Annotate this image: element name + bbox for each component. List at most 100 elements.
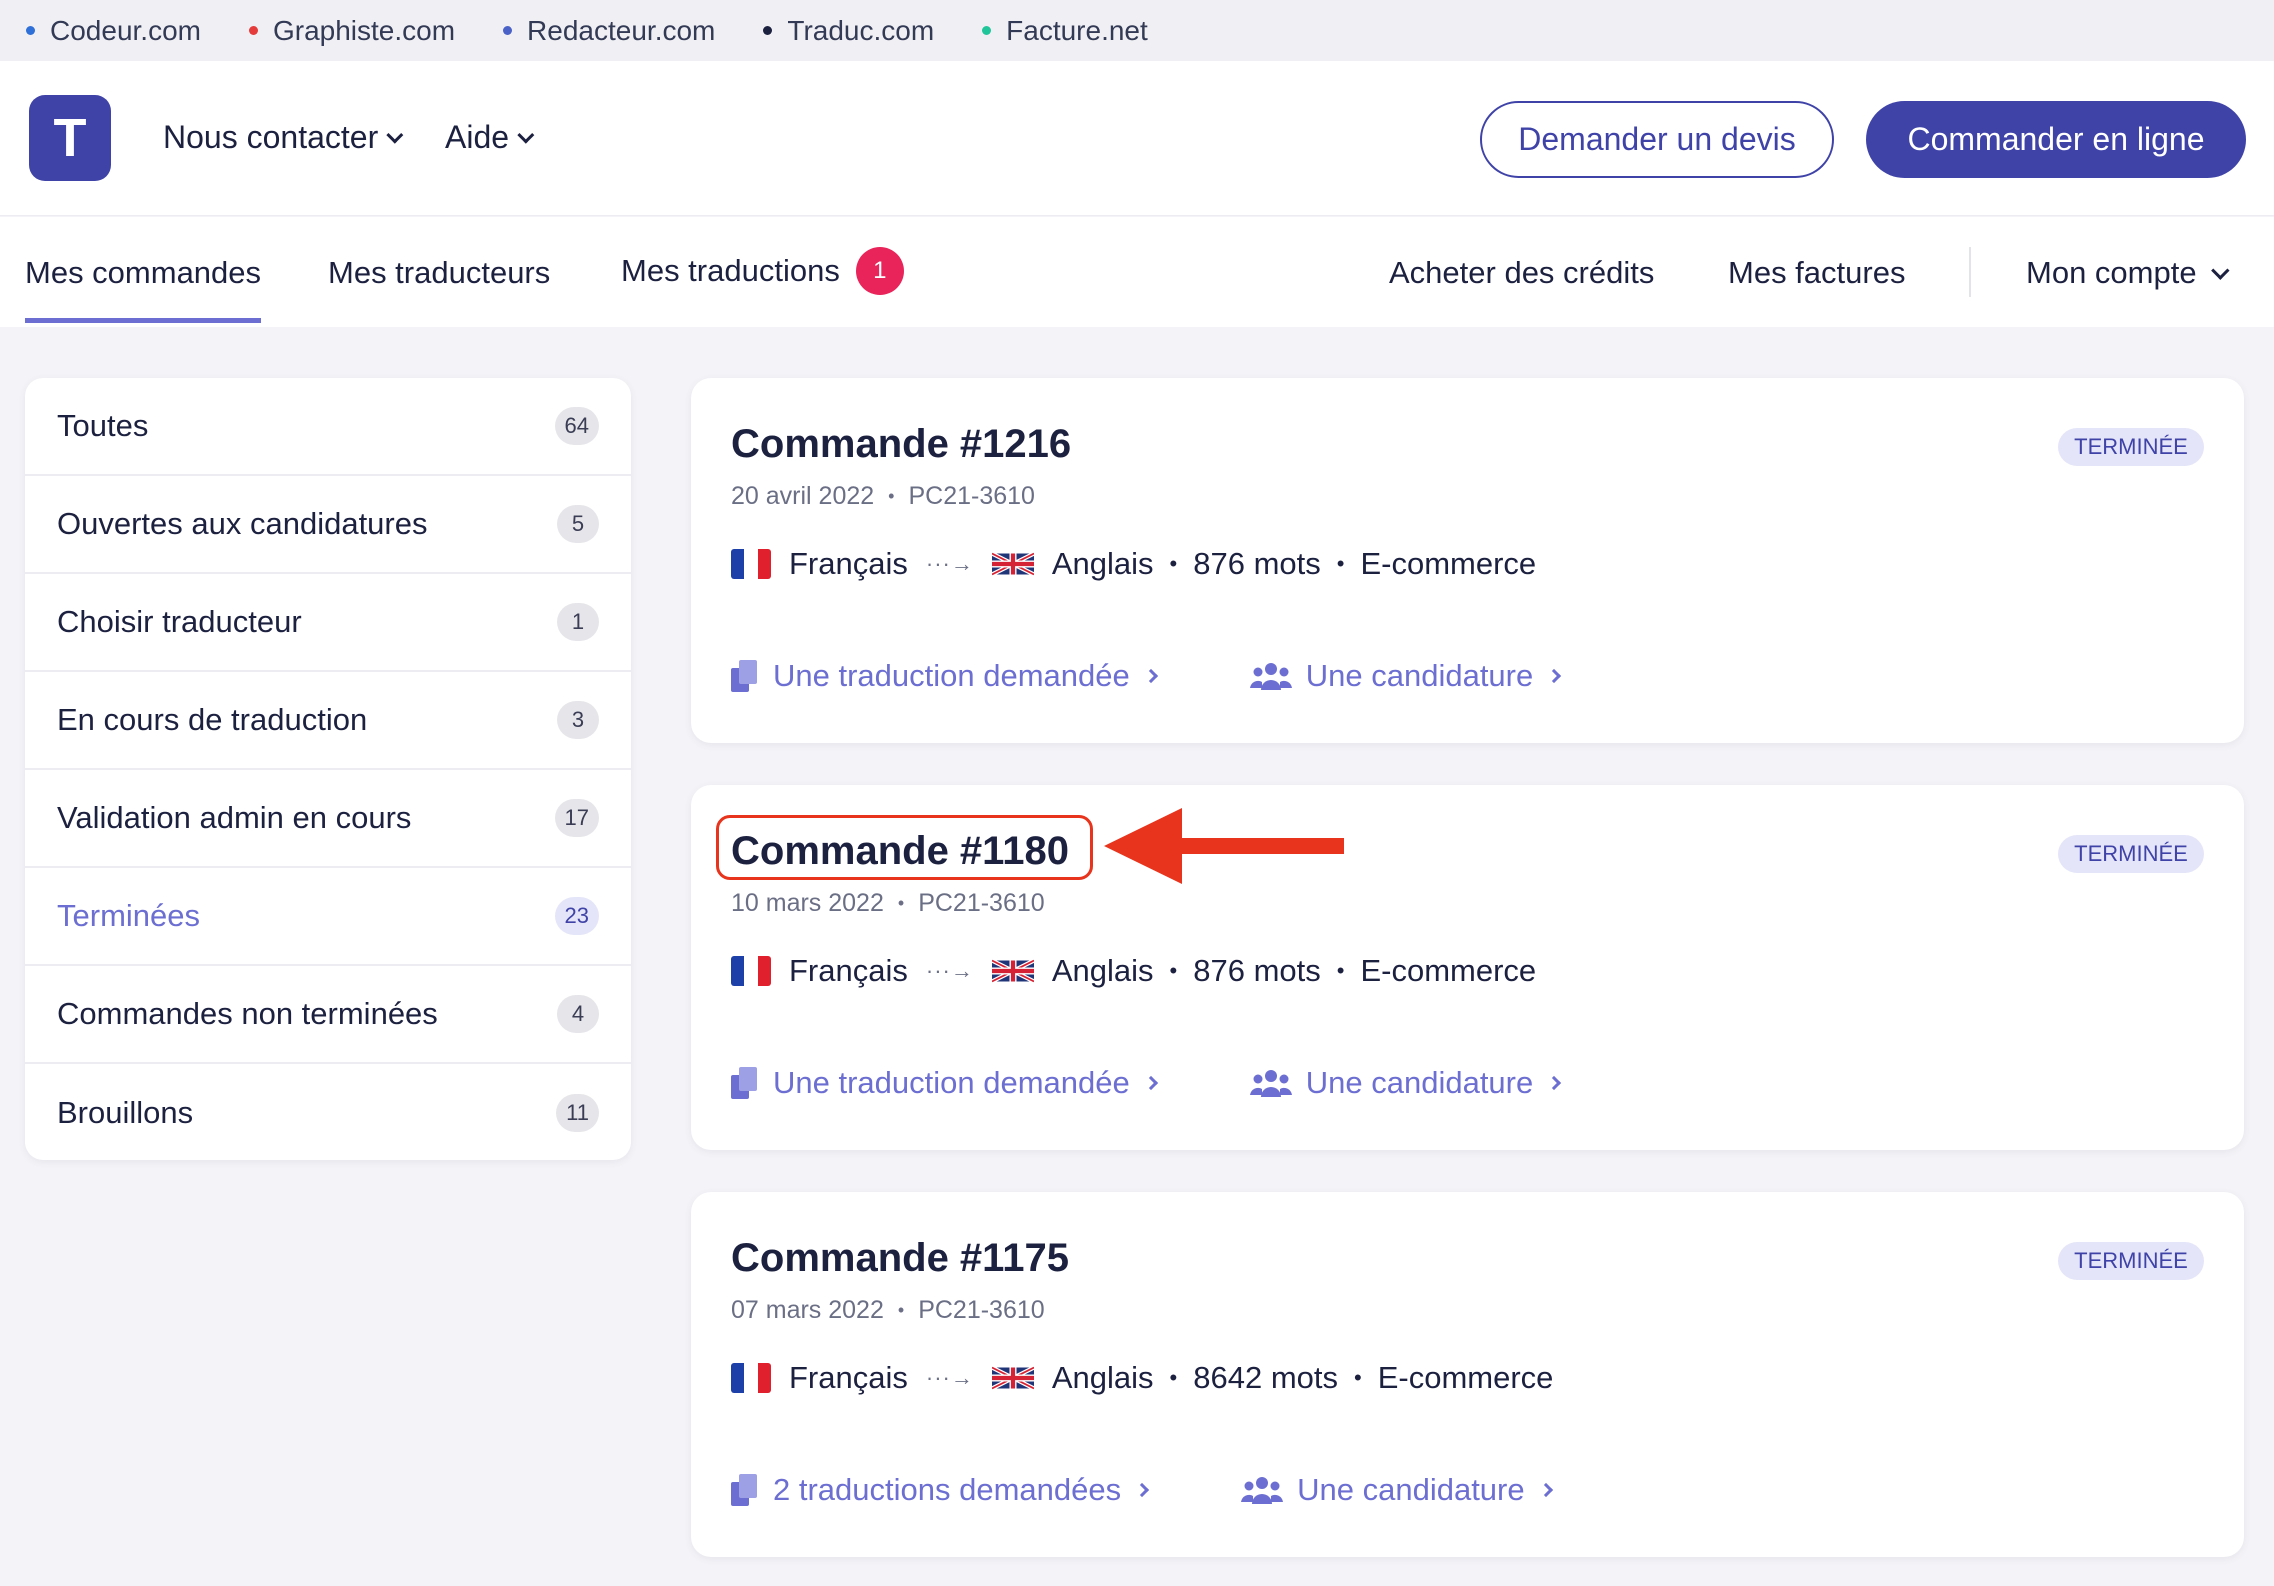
chevron-right-icon	[1547, 668, 1562, 684]
traduc-logo[interactable]: T	[29, 95, 111, 181]
status-badge: TERMINÉE	[2058, 1242, 2204, 1280]
order-links: Une traduction demandée Une candidature	[731, 658, 1562, 694]
chevron-right-icon	[1143, 1075, 1158, 1091]
filter-choisir-traducteur[interactable]: Choisir traducteur 1	[25, 574, 631, 672]
network-link-label: Traduc.com	[787, 14, 935, 46]
word-count: 8642 mots	[1193, 1360, 1339, 1395]
order-date: 20 avril 2022	[731, 482, 875, 510]
dotted-arrow-icon: ···→	[925, 1365, 974, 1390]
order-card[interactable]: Commande #1175 07 mars 2022 • PC21-3610 TE…	[691, 1192, 2244, 1557]
chevron-down-icon	[386, 126, 404, 144]
france-flag-icon	[731, 549, 771, 579]
applications-link[interactable]: Une candidature	[1249, 1065, 1562, 1101]
order-date: 07 mars 2022	[731, 1296, 884, 1324]
filter-ouvertes[interactable]: Ouvertes aux candidatures 5	[25, 476, 631, 574]
order-online-label: Commander en ligne	[1907, 121, 2205, 157]
network-link-label: Redacteur.com	[527, 14, 716, 46]
site-header: T Nous contacter Aide Demander un devis …	[0, 61, 2274, 216]
chevron-down-icon	[2210, 260, 2230, 280]
contact-menu-label: Nous contacter	[163, 119, 379, 155]
tab-mes-factures[interactable]: Mes factures	[1728, 255, 1905, 291]
filter-toutes[interactable]: Toutes 64	[25, 378, 631, 476]
meta-separator: •	[1169, 958, 1178, 983]
logo-letter: T	[53, 108, 87, 168]
meta-separator: •	[1169, 551, 1178, 576]
meta-separator: •	[1336, 551, 1345, 576]
order-category: E-commerce	[1377, 1360, 1554, 1395]
filter-terminees[interactable]: Terminées 23	[25, 868, 631, 966]
network-link-traduc[interactable]: Traduc.com	[763, 15, 934, 47]
chevron-right-icon	[1143, 668, 1158, 684]
filter-validation-admin[interactable]: Validation admin en cours 17	[25, 770, 631, 868]
translations-link[interactable]: 2 traductions demandées	[731, 1472, 1150, 1508]
annotation-highlight-box	[716, 815, 1093, 880]
orders-filter-sidebar: Toutes 64 Ouvertes aux candidatures 5 Choi…	[25, 378, 631, 1160]
order-card[interactable]: Commande #1216 20 avril 2022 • PC21-3610 T…	[691, 378, 2244, 743]
tab-mon-compte[interactable]: Mon compte	[2026, 255, 2230, 291]
filter-count: 3	[557, 701, 599, 739]
order-meta: 10 mars 2022 • PC21-3610	[731, 889, 1045, 918]
users-icon	[1249, 1070, 1292, 1097]
applications-link[interactable]: Une candidature	[1241, 1472, 1553, 1508]
filter-non-terminees[interactable]: Commandes non terminées 4	[25, 966, 631, 1064]
order-title[interactable]: Commande #1216	[731, 422, 1071, 467]
uk-flag-icon	[991, 551, 1034, 577]
order-ref: PC21-3610	[908, 482, 1035, 510]
translations-link-label: 2 traductions demandées	[773, 1472, 1122, 1507]
filter-count: 1	[557, 603, 599, 641]
contact-menu[interactable]: Nous contacter	[163, 119, 404, 156]
filter-count: 11	[556, 1094, 599, 1132]
filter-brouillons[interactable]: Brouillons 11	[25, 1064, 631, 1160]
chevron-right-icon	[1135, 1482, 1150, 1498]
meta-separator: •	[1169, 1365, 1178, 1390]
filter-count: 17	[554, 799, 599, 837]
order-meta: 20 avril 2022 • PC21-3610	[731, 482, 1035, 511]
translations-link-label: Une traduction demandée	[773, 1065, 1130, 1100]
help-menu[interactable]: Aide	[445, 119, 535, 156]
meta-separator: •	[888, 486, 895, 506]
order-online-button[interactable]: Commander en ligne	[1866, 101, 2246, 178]
order-title[interactable]: Commande #1175	[731, 1236, 1069, 1281]
tab-mes-commandes[interactable]: Mes commandes	[25, 255, 262, 323]
tab-label: Acheter des crédits	[1389, 255, 1655, 290]
applications-link[interactable]: Une candidature	[1249, 658, 1562, 694]
filter-label: Choisir traducteur	[57, 604, 302, 639]
filter-count: 5	[557, 505, 599, 543]
translations-link[interactable]: Une traduction demandée	[731, 1065, 1158, 1101]
order-links: Une traduction demandée Une candidature	[731, 1065, 1562, 1101]
dotted-arrow-icon: ···→	[925, 551, 974, 576]
network-link-label: Codeur.com	[50, 14, 201, 46]
annotation-arrow-icon	[1104, 808, 1344, 884]
tab-acheter-credits[interactable]: Acheter des crédits	[1389, 255, 1654, 291]
translations-link[interactable]: Une traduction demandée	[731, 658, 1158, 694]
source-language: Français	[789, 953, 908, 988]
network-bar: Codeur.com Graphiste.com Redacteur.com T…	[0, 0, 2274, 61]
meta-separator: •	[897, 893, 905, 913]
documents-icon	[731, 660, 757, 692]
filter-en-cours[interactable]: En cours de traduction 3	[25, 672, 631, 770]
notification-badge: 1	[855, 247, 904, 295]
request-quote-button[interactable]: Demander un devis	[1480, 101, 1834, 178]
word-count: 876 mots	[1193, 546, 1321, 581]
tab-label: Mon compte	[2026, 255, 2197, 290]
filter-label: Terminées	[57, 898, 200, 933]
tab-label: Mes traductions	[621, 253, 840, 288]
network-link-facture[interactable]: Facture.net	[982, 15, 1148, 47]
applications-link-label: Une candidature	[1305, 1065, 1534, 1100]
order-ref: PC21-3610	[918, 889, 1045, 917]
tab-mes-traductions[interactable]: Mes traductions 1	[621, 247, 904, 295]
tabs-divider	[1969, 247, 1971, 297]
network-link-redacteur[interactable]: Redacteur.com	[503, 15, 715, 47]
word-count: 876 mots	[1193, 953, 1321, 988]
uk-flag-icon	[991, 958, 1034, 984]
filter-label: Toutes	[57, 408, 149, 443]
network-link-codeur[interactable]: Codeur.com	[26, 15, 201, 47]
chevron-right-icon	[1547, 1075, 1562, 1091]
tab-mes-traducteurs[interactable]: Mes traducteurs	[328, 255, 550, 291]
order-category: E-commerce	[1360, 546, 1537, 581]
bullet-dot	[26, 26, 35, 35]
network-link-graphiste[interactable]: Graphiste.com	[248, 14, 456, 47]
target-language: Anglais	[1051, 546, 1154, 581]
filter-count: 64	[554, 407, 599, 445]
network-link-label: Graphiste.com	[272, 14, 456, 46]
